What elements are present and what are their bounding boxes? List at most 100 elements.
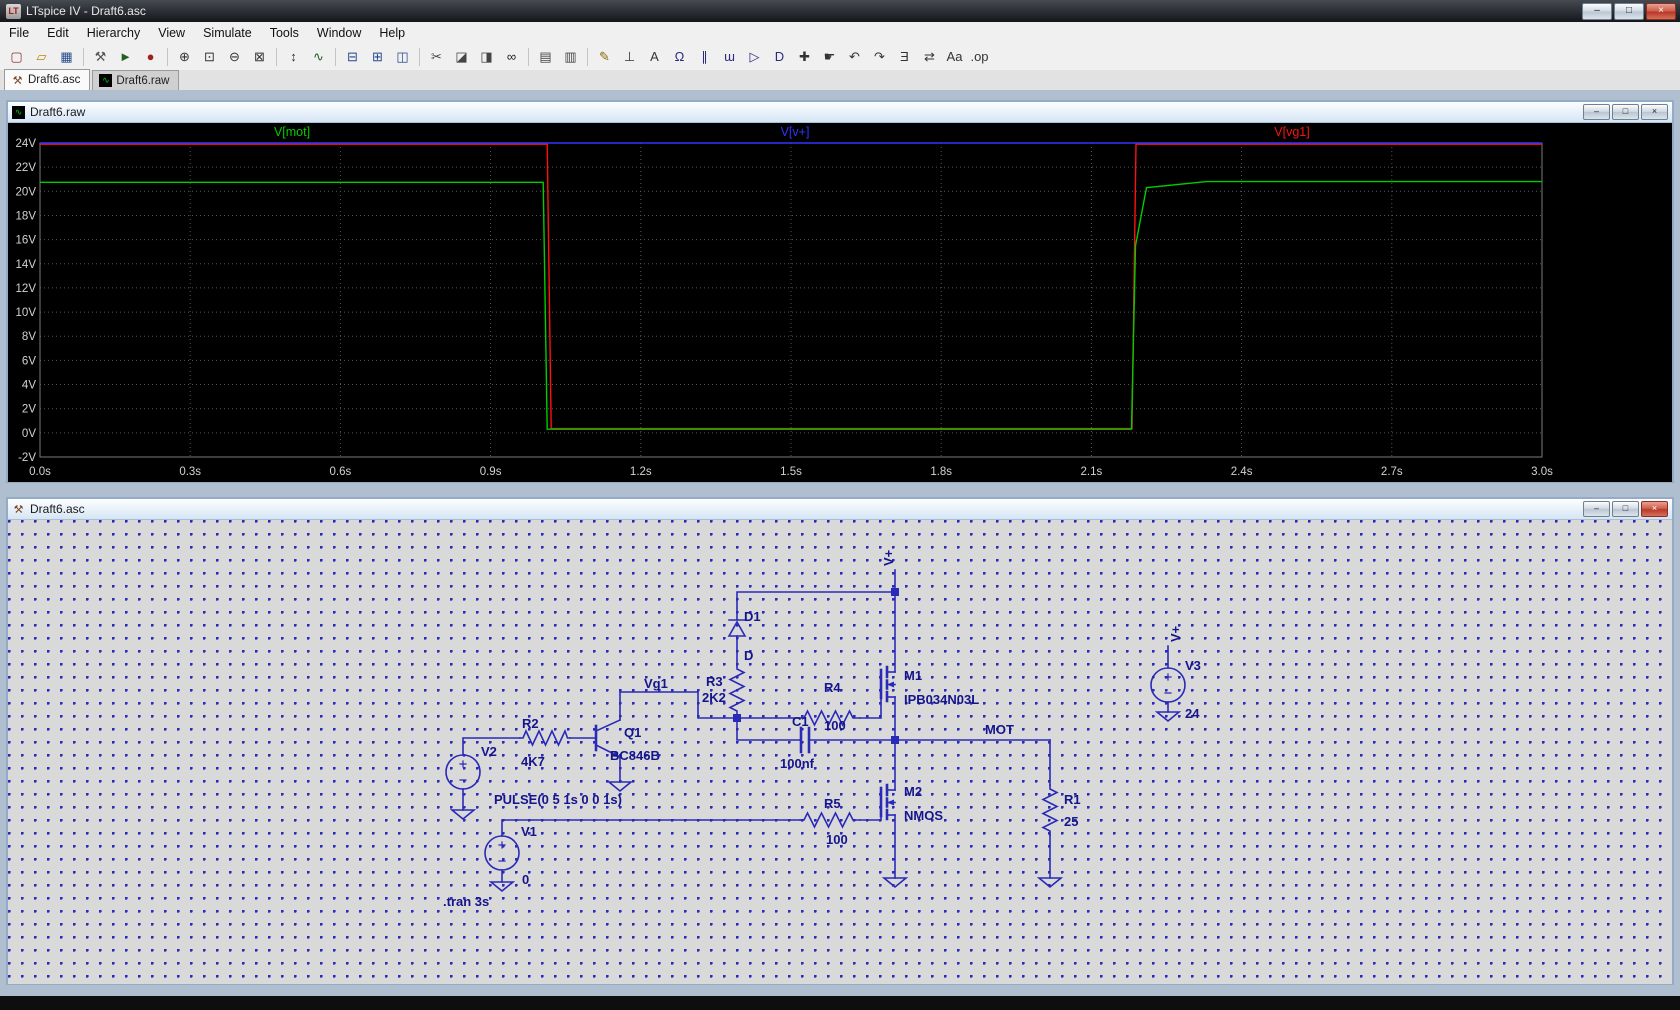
inductor-icon[interactable]: ɯ (718, 46, 741, 68)
svg-text:V2[interactable]: V2 (481, 744, 497, 759)
legend-Vmot[interactable]: V[mot] (274, 125, 310, 139)
menu-file[interactable]: File (0, 24, 38, 42)
svg-text:24[interactable]: 24 (1185, 706, 1200, 721)
svg-text:R4[interactable]: R4 (824, 680, 841, 695)
svg-text:2K2[interactable]: 2K2 (702, 690, 726, 705)
schematic-window[interactable]: ⚒ Draft6.asc –□× (6, 497, 1674, 985)
print-icon[interactable]: ▥ (559, 46, 582, 68)
maximize-button[interactable]: □ (1612, 104, 1639, 120)
menu-window[interactable]: Window (308, 24, 370, 42)
menu-edit[interactable]: Edit (38, 24, 78, 42)
copy-icon[interactable]: ◪ (450, 46, 473, 68)
svg-text:4K7[interactable]: 4K7 (521, 754, 545, 769)
close-button[interactable]: × (1646, 3, 1676, 20)
spice-directive-text[interactable]: .tran 3s (443, 894, 489, 909)
menu-simulate[interactable]: Simulate (194, 24, 261, 42)
cascade-windows-icon[interactable]: ◫ (391, 46, 414, 68)
spice-directive-icon[interactable]: .op (968, 46, 991, 68)
menu-help[interactable]: Help (370, 24, 414, 42)
svg-text:R1[interactable]: R1 (1064, 792, 1081, 807)
vplus-flag-m1[interactable]: V+ (881, 549, 896, 566)
waveform-plot-area[interactable]: 24V22V20V18V16V14V12V10V8V6V4V2V0V-2V0.0… (8, 123, 1672, 482)
menu-view[interactable]: View (149, 24, 194, 42)
svg-text:V3[interactable]: V3 (1185, 658, 1201, 673)
tile-horizontal-icon[interactable]: ⊟ (341, 46, 364, 68)
halt-simulation-icon[interactable]: ● (139, 46, 162, 68)
drag-icon[interactable]: ☛ (818, 46, 841, 68)
close-button[interactable]: × (1641, 104, 1668, 120)
toolbar-separator (419, 48, 420, 66)
svg-text:R3[interactable]: R3 (706, 674, 723, 689)
schematic-canvas[interactable]: V+ V+ D1 D (8, 520, 1672, 984)
maximize-button[interactable]: □ (1612, 501, 1639, 517)
run-simulation-icon[interactable]: ► (114, 46, 137, 68)
waveform-window[interactable]: ∿ Draft6.raw –□× 24V22V20V18V16V14V12V10… (6, 100, 1674, 483)
schematic-window-title-bar[interactable]: ⚒ Draft6.asc –□× (8, 499, 1672, 520)
svg-text:M1[interactable]: M1 (904, 668, 922, 683)
menu-hierarchy[interactable]: Hierarchy (78, 24, 150, 42)
vplus-flag-v3[interactable]: V+ (1168, 625, 1183, 642)
svg-text:D1[interactable]: D1 (744, 609, 761, 624)
net-label-icon[interactable]: A (643, 46, 666, 68)
new-schematic-icon[interactable]: ▢ (5, 46, 28, 68)
waveform-window-title-bar[interactable]: ∿ Draft6.raw –□× (8, 102, 1672, 123)
minimize-button[interactable]: – (1582, 3, 1612, 20)
net-label-mot[interactable]: MOT (985, 722, 1014, 737)
close-button[interactable]: × (1641, 501, 1668, 517)
tab-draft6-raw[interactable]: ∿Draft6.raw (92, 70, 179, 90)
ground-icon[interactable]: ⊥ (618, 46, 641, 68)
control-panel-icon[interactable]: ⚒ (89, 46, 112, 68)
main-title-bar[interactable]: LT LTspice IV - Draft6.asc –□× (0, 0, 1680, 22)
svg-text:100[interactable]: 100 (826, 832, 848, 847)
svg-text:0[interactable]: 0 (522, 872, 529, 887)
find-icon[interactable]: ∞ (500, 46, 523, 68)
plot-settings-icon[interactable]: ∿ (307, 46, 330, 68)
maximize-button[interactable]: □ (1614, 3, 1644, 20)
rotate-icon[interactable]: Ǝ (893, 46, 916, 68)
menu-tools[interactable]: Tools (261, 24, 308, 42)
tile-vertical-icon[interactable]: ⊞ (366, 46, 389, 68)
tab-draft6-asc[interactable]: ⚒Draft6.asc (4, 69, 90, 90)
text-tool-icon[interactable]: Aa (943, 46, 966, 68)
svg-text:D[interactable]: D (744, 648, 753, 663)
save-icon[interactable]: ▦ (55, 46, 78, 68)
svg-text:IPB034N03L[interactable]: IPB034N03L (904, 692, 979, 707)
open-file-icon[interactable]: ▱ (30, 46, 53, 68)
paste-icon[interactable]: ◨ (475, 46, 498, 68)
svg-text:25[interactable]: 25 (1064, 814, 1078, 829)
legend-Vv+[interactable]: V[v+] (781, 125, 810, 139)
svg-text:R5[interactable]: R5 (824, 796, 841, 811)
net-label-vg1[interactable]: Vg1 (644, 676, 668, 691)
autorange-y-icon[interactable]: ↕ (282, 46, 305, 68)
zoom-full-extents-icon[interactable]: ⊠ (248, 46, 271, 68)
svg-text:NMOS[interactable]: NMOS (904, 808, 943, 823)
resistor-icon[interactable]: Ω (668, 46, 691, 68)
undo-icon[interactable]: ↶ (843, 46, 866, 68)
zoom-in-icon[interactable]: ⊕ (173, 46, 196, 68)
move-icon[interactable]: ✚ (793, 46, 816, 68)
minimize-button[interactable]: – (1583, 501, 1610, 517)
svg-text:BC846B[interactable]: BC846B (610, 748, 660, 763)
print-preview-icon[interactable]: ▤ (534, 46, 557, 68)
svg-text:R2[interactable]: R2 (522, 716, 539, 731)
component-icon[interactable]: D (768, 46, 791, 68)
svg-text:PULSE(0 5 1s 0 0 1s)[interactable]: PULSE(0 5 1s 0 0 1s) (494, 792, 622, 807)
capacitor-icon[interactable]: ∥ (693, 46, 716, 68)
svg-text:C1[interactable]: C1 (792, 714, 809, 729)
minimize-button[interactable]: – (1583, 104, 1610, 120)
waveform-plot[interactable]: 24V22V20V18V16V14V12V10V8V6V4V2V0V-2V0.0… (8, 123, 1672, 482)
svg-text:M2[interactable]: M2 (904, 784, 922, 799)
y-tick-label: 6V (22, 355, 36, 367)
zoom-out-icon[interactable]: ⊖ (223, 46, 246, 68)
wire-icon[interactable]: ✎ (593, 46, 616, 68)
redo-icon[interactable]: ↷ (868, 46, 891, 68)
zoom-region-icon[interactable]: ⊡ (198, 46, 221, 68)
svg-text:Q1[interactable]: Q1 (624, 725, 641, 740)
diode-icon[interactable]: ▷ (743, 46, 766, 68)
legend-Vvg1[interactable]: V[vg1] (1274, 125, 1309, 139)
svg-text:100nf[interactable]: 100nf (780, 756, 815, 771)
cut-icon[interactable]: ✂ (425, 46, 448, 68)
svg-text:100[interactable]: 100 (824, 718, 846, 733)
mirror-icon[interactable]: ⇄ (918, 46, 941, 68)
svg-text:V1[interactable]: V1 (521, 824, 537, 839)
